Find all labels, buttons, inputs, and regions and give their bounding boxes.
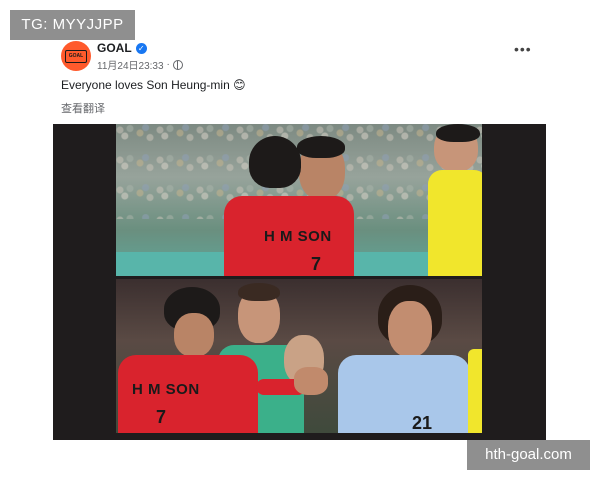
more-options-icon[interactable]: ••• bbox=[514, 42, 532, 56]
watermark-top-left: TG: MYYJJPP bbox=[10, 10, 135, 40]
post-meta: 11月24日23:33 · bbox=[97, 57, 183, 72]
goal-logo: GOAL bbox=[65, 49, 87, 63]
post-caption: Everyone loves Son Heung-min 😊 bbox=[61, 78, 246, 92]
author-avatar[interactable]: GOAL bbox=[61, 41, 91, 71]
player-hair bbox=[249, 136, 301, 188]
player-head bbox=[174, 313, 214, 357]
referee-shirt bbox=[468, 349, 482, 433]
player-hair bbox=[297, 136, 345, 158]
referee-shirt bbox=[428, 170, 482, 276]
screenshot-page: TG: MYYJJPP GOAL GOAL ✓ 11月24日23:33 · ••… bbox=[0, 0, 600, 480]
globe-icon bbox=[172, 59, 183, 70]
jersey-name: H M SON bbox=[132, 381, 200, 398]
see-translation-link[interactable]: 查看翻译 bbox=[61, 100, 105, 116]
jersey-name: H M SON bbox=[264, 228, 332, 245]
author-name[interactable]: GOAL bbox=[97, 41, 132, 55]
post-media[interactable]: H M SON 7 H M SON 7 21 bbox=[53, 124, 546, 440]
post-timestamp[interactable]: 11月24日23:33 bbox=[97, 57, 164, 72]
photo-handshake[interactable]: H M SON 7 21 bbox=[116, 279, 482, 433]
keeper-hair bbox=[238, 283, 280, 301]
jersey-number: 7 bbox=[311, 254, 322, 274]
handshake-hands bbox=[294, 367, 328, 395]
author-header[interactable]: GOAL ✓ bbox=[97, 41, 147, 55]
blue-jersey bbox=[338, 355, 470, 433]
meta-separator: · bbox=[166, 59, 170, 70]
photo-hug[interactable]: H M SON 7 bbox=[116, 124, 482, 276]
jersey-number: 21 bbox=[412, 413, 433, 433]
watermark-bottom-right: hth-goal.com bbox=[467, 440, 590, 470]
verified-badge-icon: ✓ bbox=[135, 42, 147, 54]
jersey-number: 7 bbox=[156, 407, 167, 427]
referee-hair bbox=[436, 124, 480, 142]
player-head bbox=[388, 301, 432, 357]
